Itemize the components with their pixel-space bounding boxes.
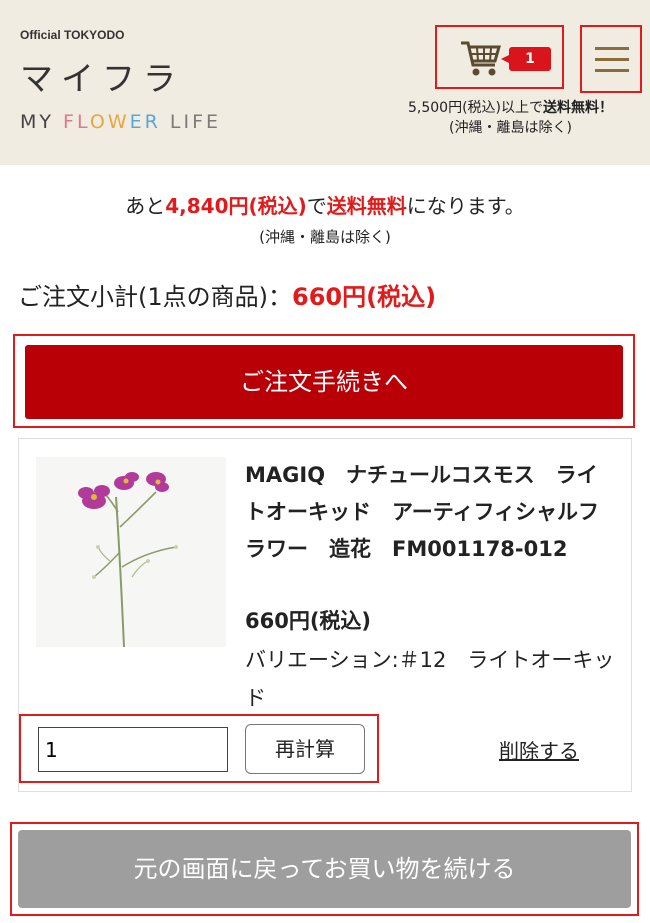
- ship-note-prefix: 5,500円(税込)以上で: [407, 100, 543, 116]
- brand-en-part: OW: [89, 111, 130, 133]
- product-image[interactable]: [36, 457, 226, 648]
- checkout-button[interactable]: ご注文手続きへ: [25, 345, 623, 419]
- product-price: 660円(税込): [245, 609, 372, 633]
- product-variation: バリエーション:＃12 ライトオーキッド: [245, 648, 615, 710]
- free-shipping-remaining: あと4,840円(税込)で送料無料になります。: [0, 190, 650, 219]
- order-subtotal: ご注文小計(1点の商品)：660円(税込): [18, 277, 436, 312]
- site-header: Official TOKYODO マイフラ MY FLOWER LIFE 1 5…: [0, 0, 650, 165]
- brand-en-part: MY: [20, 111, 64, 133]
- free-shipping-note: 5,500円(税込)以上で送料無料！ (沖縄・離島は除く): [378, 98, 643, 138]
- remain-amount: 4,840円(税込): [165, 194, 307, 218]
- cart-button[interactable]: 1: [435, 25, 564, 89]
- cart-icon: [461, 41, 501, 76]
- remain-exclusion-note: (沖縄・離島は除く): [259, 228, 391, 246]
- continue-shopping-button[interactable]: 元の画面に戻ってお買い物を続ける: [18, 830, 631, 908]
- checkout-area: ご注文手続きへ: [13, 334, 635, 428]
- menu-button[interactable]: [580, 25, 642, 93]
- cart-item: MAGIQ ナチュールコスモス ライトオーキッド アーティフィシャルフラワー 造…: [18, 438, 632, 792]
- cart-count-badge: 1: [501, 47, 551, 71]
- product-title[interactable]: MAGIQ ナチュールコスモス ライトオーキッド アーティフィシャルフラワー 造…: [245, 457, 615, 568]
- subtotal-value: 660円(税込): [292, 283, 437, 311]
- remain-free-label: 送料無料: [326, 194, 407, 218]
- continue-shopping-area: 元の画面に戻ってお買い物を続ける: [10, 822, 639, 916]
- remain-suffix: になります。: [406, 194, 525, 218]
- quantity-area: 再計算: [19, 714, 379, 783]
- ship-note-exclusion: (沖縄・離島は除く): [449, 120, 572, 136]
- ship-note-free: 送料無料！: [543, 100, 613, 116]
- brand-en-part: FL: [63, 111, 90, 133]
- remain-prefix: あと: [125, 194, 166, 218]
- subtotal-label: ご注文小計(1点の商品)：: [18, 283, 292, 311]
- brand-logo-jp[interactable]: マイフラ: [20, 52, 184, 100]
- brand-logo-en: MY FLOWER LIFE: [20, 111, 221, 133]
- brand-tagline: Official TOKYODO: [20, 28, 125, 42]
- quantity-input[interactable]: [38, 727, 228, 772]
- recalculate-button[interactable]: 再計算: [245, 724, 365, 774]
- brand-en-part: LIFE: [160, 111, 222, 133]
- cosmos-flower-image: [78, 472, 178, 648]
- remain-mid: で: [306, 194, 327, 218]
- delete-item-link[interactable]: 削除する: [499, 735, 579, 764]
- brand-en-part: ER: [129, 111, 161, 133]
